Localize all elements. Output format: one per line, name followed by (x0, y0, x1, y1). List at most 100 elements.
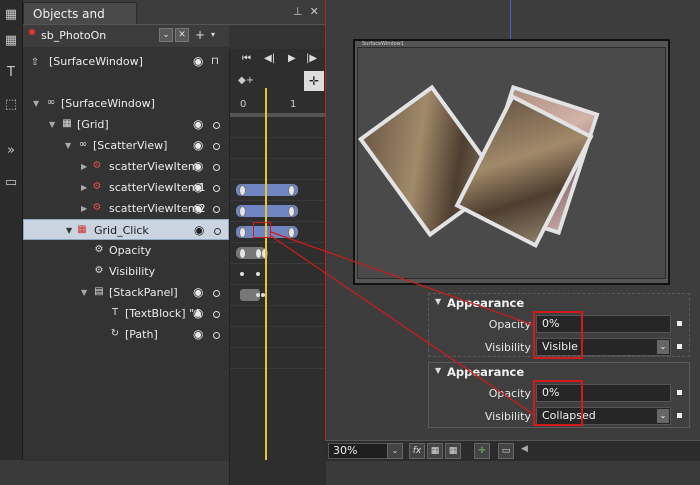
chevron-down-icon[interactable]: ⌄ (657, 409, 669, 423)
keyframe[interactable] (239, 248, 246, 259)
eye-icon[interactable]: ◉ (193, 51, 203, 72)
zoom-dropdown-icon[interactable]: ⌄ (387, 443, 403, 459)
snap-to-snaplines-icon[interactable]: ✛ (474, 443, 490, 459)
chevron-down-icon[interactable]: ⌄ (657, 340, 669, 354)
expand-arrow-icon[interactable]: ▼ (33, 93, 39, 114)
keyframe[interactable] (239, 206, 246, 217)
pin-icon[interactable]: ⊥ (293, 5, 303, 18)
keyframe[interactable] (239, 185, 246, 196)
advanced-options-icon[interactable] (677, 390, 682, 395)
advanced-options-icon[interactable] (677, 321, 682, 326)
layout-icon[interactable]: ▦ (1, 4, 21, 24)
expand-arrow-icon[interactable]: ▼ (49, 114, 55, 135)
storyboard-options-button[interactable]: ⌄ (159, 28, 173, 42)
next-frame-icon[interactable]: |▶ (306, 53, 317, 64)
scroll-left-icon[interactable]: ◀ (521, 444, 528, 454)
timeline-row (230, 180, 326, 201)
advanced-options-icon[interactable] (677, 413, 682, 418)
lock-dot-icon[interactable] (213, 185, 220, 192)
expand-arrow-icon[interactable]: ▼ (65, 135, 71, 156)
lock-dot-icon[interactable] (213, 143, 220, 150)
grid-icon[interactable]: ▦ (1, 30, 21, 50)
tree-item-grid-click[interactable]: ▼ ▦ Grid_Click ◉ (23, 219, 229, 240)
expand-arrow-icon[interactable]: ▼ (66, 220, 72, 241)
tree-item-grid[interactable]: ▼ ▦ [Grid] ◉ (23, 114, 229, 135)
selection-tool-icon[interactable]: ⬚ (1, 94, 21, 114)
lock-dot-icon[interactable] (213, 206, 220, 213)
tree-label: scatterViewItem2 (109, 202, 206, 215)
tree-item-scatterviewitem2[interactable]: ▶ ⚙ scatterViewItem2 ◉ (23, 198, 229, 219)
keyframe[interactable] (239, 227, 246, 238)
advanced-options-icon[interactable] (677, 344, 682, 349)
snap-icon[interactable]: ✛ (304, 71, 324, 91)
highlight-box (533, 311, 583, 359)
tree-item-surfacewindow[interactable]: ▼ ∞ [SurfaceWindow] (23, 93, 229, 114)
root-row[interactable]: ⇧ [SurfaceWindow] ◉ ⊓ (23, 51, 229, 75)
tree-item-visibility[interactable]: ⚙ Visibility (23, 261, 229, 282)
prev-frame-icon[interactable]: ◀| (264, 53, 275, 64)
tree-item-scatterview[interactable]: ▼ ∞ [ScatterView] ◉ (23, 135, 229, 156)
add-keyframe-icon[interactable]: ◆+ (238, 75, 254, 86)
keyframe-dot[interactable] (256, 272, 260, 276)
expand-icon[interactable]: » (1, 140, 21, 160)
tree-label: Opacity (109, 244, 152, 257)
timeline-row (230, 348, 326, 369)
grid-toggle-icon[interactable]: ▦ (427, 443, 443, 459)
tree-item-opacity[interactable]: ⚙ Opacity (23, 240, 229, 261)
expand-arrow-icon[interactable]: ▼ (81, 282, 87, 303)
eye-icon[interactable]: ◉ (193, 303, 203, 324)
timeline-row (230, 264, 326, 285)
grid-snap-icon[interactable]: ▦ (445, 443, 461, 459)
add-storyboard-button[interactable]: + (195, 28, 205, 42)
lock-dot-icon[interactable] (214, 228, 221, 235)
storyboard-name[interactable]: sb_PhotoOn (41, 29, 106, 42)
storyboard-row: sb_PhotoOn ⌄ ✕ + ▾ (23, 25, 229, 47)
keyframe[interactable] (288, 227, 295, 238)
panel-tab[interactable]: Objects and Timeline (23, 2, 137, 43)
playhead[interactable] (265, 88, 267, 460)
dropdown-icon[interactable]: ▾ (211, 30, 215, 39)
lock-dot-icon[interactable] (213, 311, 220, 318)
tree-item-stackpanel[interactable]: ▼ ▤ [StackPanel] ◉ (23, 282, 229, 303)
go-to-start-icon[interactable]: ⏮ (242, 53, 251, 64)
keyframe[interactable] (288, 206, 295, 217)
lock-dot-icon[interactable] (213, 332, 220, 339)
eye-icon[interactable]: ◉ (193, 324, 203, 345)
eye-icon[interactable]: ◉ (194, 220, 204, 241)
play-icon[interactable]: ▶ (288, 53, 296, 64)
collapse-arrow-icon[interactable]: ▶ (81, 156, 87, 177)
collapse-arrow-icon[interactable]: ▶ (81, 198, 87, 219)
close-storyboard-button[interactable]: ✕ (175, 28, 189, 42)
lock-dot-icon[interactable] (213, 122, 220, 129)
visibility-label: Visibility (484, 410, 531, 423)
tree-label: Grid_Click (94, 224, 149, 237)
keyframe[interactable] (288, 185, 295, 196)
eye-icon[interactable]: ◉ (193, 114, 203, 135)
lock-dot-icon[interactable] (213, 290, 220, 297)
eye-icon[interactable]: ◉ (193, 198, 203, 219)
scope-up-icon[interactable]: ⇧ (29, 57, 41, 69)
eye-icon[interactable]: ◉ (193, 177, 203, 198)
tree-item-scatterviewitem[interactable]: ▶ ⚙ scatterViewItem ◉ (23, 156, 229, 177)
collapse-arrow-icon[interactable]: ▼ (435, 297, 441, 306)
text-tool-icon[interactable]: T (1, 62, 21, 82)
lock-icon[interactable]: ⊓ (211, 51, 219, 72)
annotations-icon[interactable]: ▭ (498, 443, 514, 459)
tree-item-path[interactable]: ↻ [Path] ◉ (23, 324, 229, 345)
collapse-arrow-icon[interactable]: ▼ (435, 366, 441, 375)
lock-dot-icon[interactable] (213, 164, 220, 171)
assets-icon[interactable]: ▭ (1, 172, 21, 192)
timeline-row (230, 243, 326, 264)
visibility-label: Visibility (484, 341, 531, 354)
tree-item-textblock[interactable]: T [TextBlock] "A ◉ (23, 303, 229, 324)
close-icon[interactable]: ✕ (310, 5, 319, 18)
eye-icon[interactable]: ◉ (193, 282, 203, 303)
appearance-title: Appearance (447, 296, 525, 310)
effects-button[interactable]: fx (409, 443, 425, 459)
eye-icon[interactable]: ◉ (193, 135, 203, 156)
keyframe-dot[interactable] (256, 293, 260, 297)
tree-item-scatterviewitem1[interactable]: ▶ ⚙ scatterViewItem1 ◉ (23, 177, 229, 198)
collapse-arrow-icon[interactable]: ▶ (81, 177, 87, 198)
eye-icon[interactable]: ◉ (193, 156, 203, 177)
keyframe-dot[interactable] (240, 272, 244, 276)
